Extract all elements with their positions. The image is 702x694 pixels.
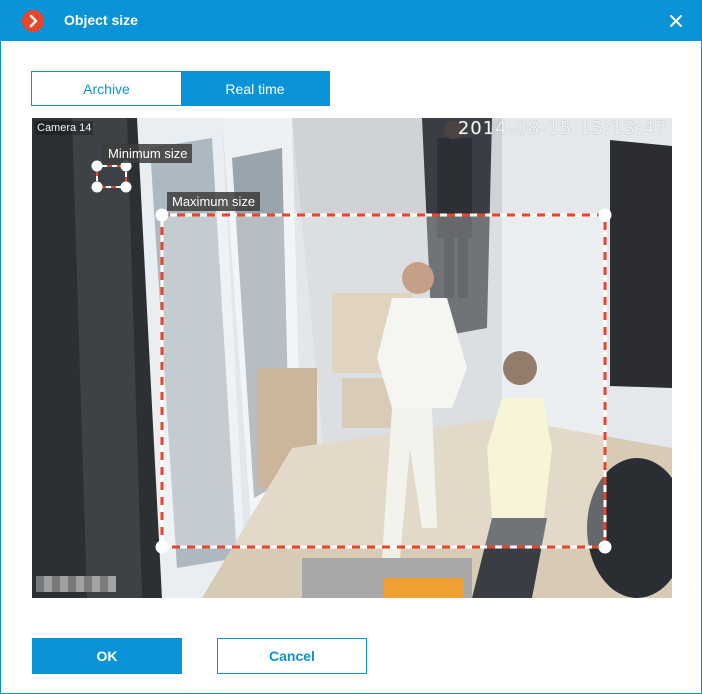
object-size-dialog: Object size Archive Real time Camera 14 …	[0, 0, 702, 694]
app-logo-icon	[22, 10, 44, 32]
max-resize-handle[interactable]	[598, 540, 612, 554]
maximum-size-label: Maximum size	[167, 192, 261, 211]
cancel-button[interactable]: Cancel	[217, 638, 367, 674]
tab-archive[interactable]: Archive	[32, 72, 181, 105]
mode-tabs: Archive Real time	[31, 71, 330, 106]
min-resize-handle[interactable]	[91, 181, 103, 193]
region-overlay	[91, 160, 612, 554]
tab-real-time[interactable]: Real time	[181, 72, 329, 105]
close-icon[interactable]	[665, 10, 687, 32]
dialog-title: Object size	[64, 12, 138, 28]
maximum-size-region[interactable]	[155, 208, 612, 554]
title-bar: Object size	[1, 1, 701, 41]
max-resize-handle[interactable]	[155, 540, 169, 554]
minimum-size-region[interactable]	[91, 160, 132, 193]
minimum-size-label: Minimum size	[103, 144, 193, 163]
max-resize-handle[interactable]	[598, 208, 612, 222]
pixelated-watermark	[36, 576, 116, 592]
ok-button[interactable]: OK	[32, 638, 182, 674]
camera-video-frame[interactable]: Camera 14 2014-08-15 15:13:47 Minimum si…	[32, 118, 672, 598]
min-resize-handle[interactable]	[91, 160, 103, 172]
min-resize-handle[interactable]	[120, 181, 132, 193]
